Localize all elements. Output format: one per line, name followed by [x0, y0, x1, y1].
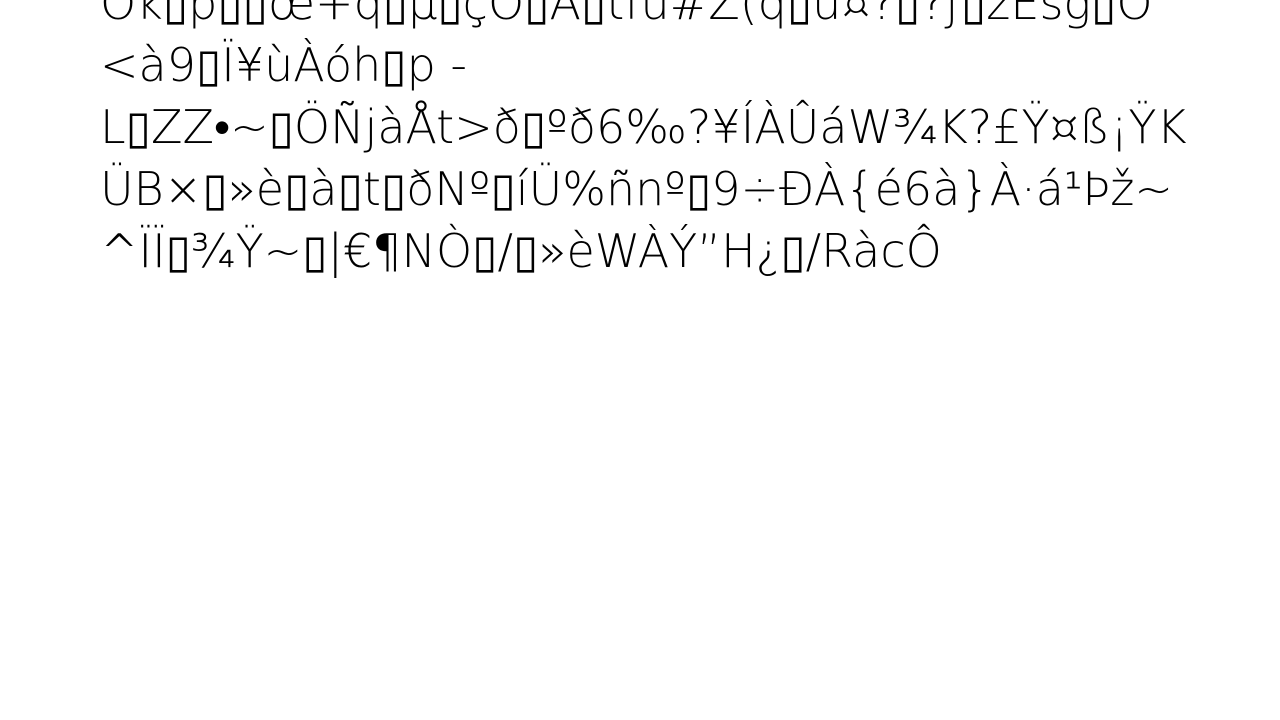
- text-line-2: <à9▯Ï¥ùÀóh▯p -: [100, 38, 467, 92]
- text-line-5: ^ÏÏ▯¾Ÿ~▯|€¶NÒ▯/▯»èWÀÝ”H¿▯/RàcÔ: [100, 224, 942, 278]
- text-line-4: ÜB×▯»è▯à▯t▯ðNº▯íÜ%ñnº▯9÷ÐÀ{é6à}À·á¹Þž~: [100, 162, 1173, 216]
- document-page: Ok▯p▯▯œ+q▯µ▯çO▯A▯tfu#Z(q▯u¤?▯?ƒ▯zEsg▯O <…: [0, 0, 1280, 720]
- garbled-text-block: Ok▯p▯▯œ+q▯µ▯çO▯A▯tfu#Z(q▯u¤?▯?ƒ▯zEsg▯O <…: [100, 0, 1200, 282]
- text-line-3: L▯ZZ•~▯ÖÑjàÅt>ð▯ºð6‰?¥ÍÀÛáW¾K?£Ÿ¤ß¡ŸK: [100, 100, 1187, 154]
- text-line-1: Ok▯p▯▯œ+q▯µ▯çO▯A▯tfu#Z(q▯u¤?▯?ƒ▯zEsg▯O: [100, 0, 1153, 30]
